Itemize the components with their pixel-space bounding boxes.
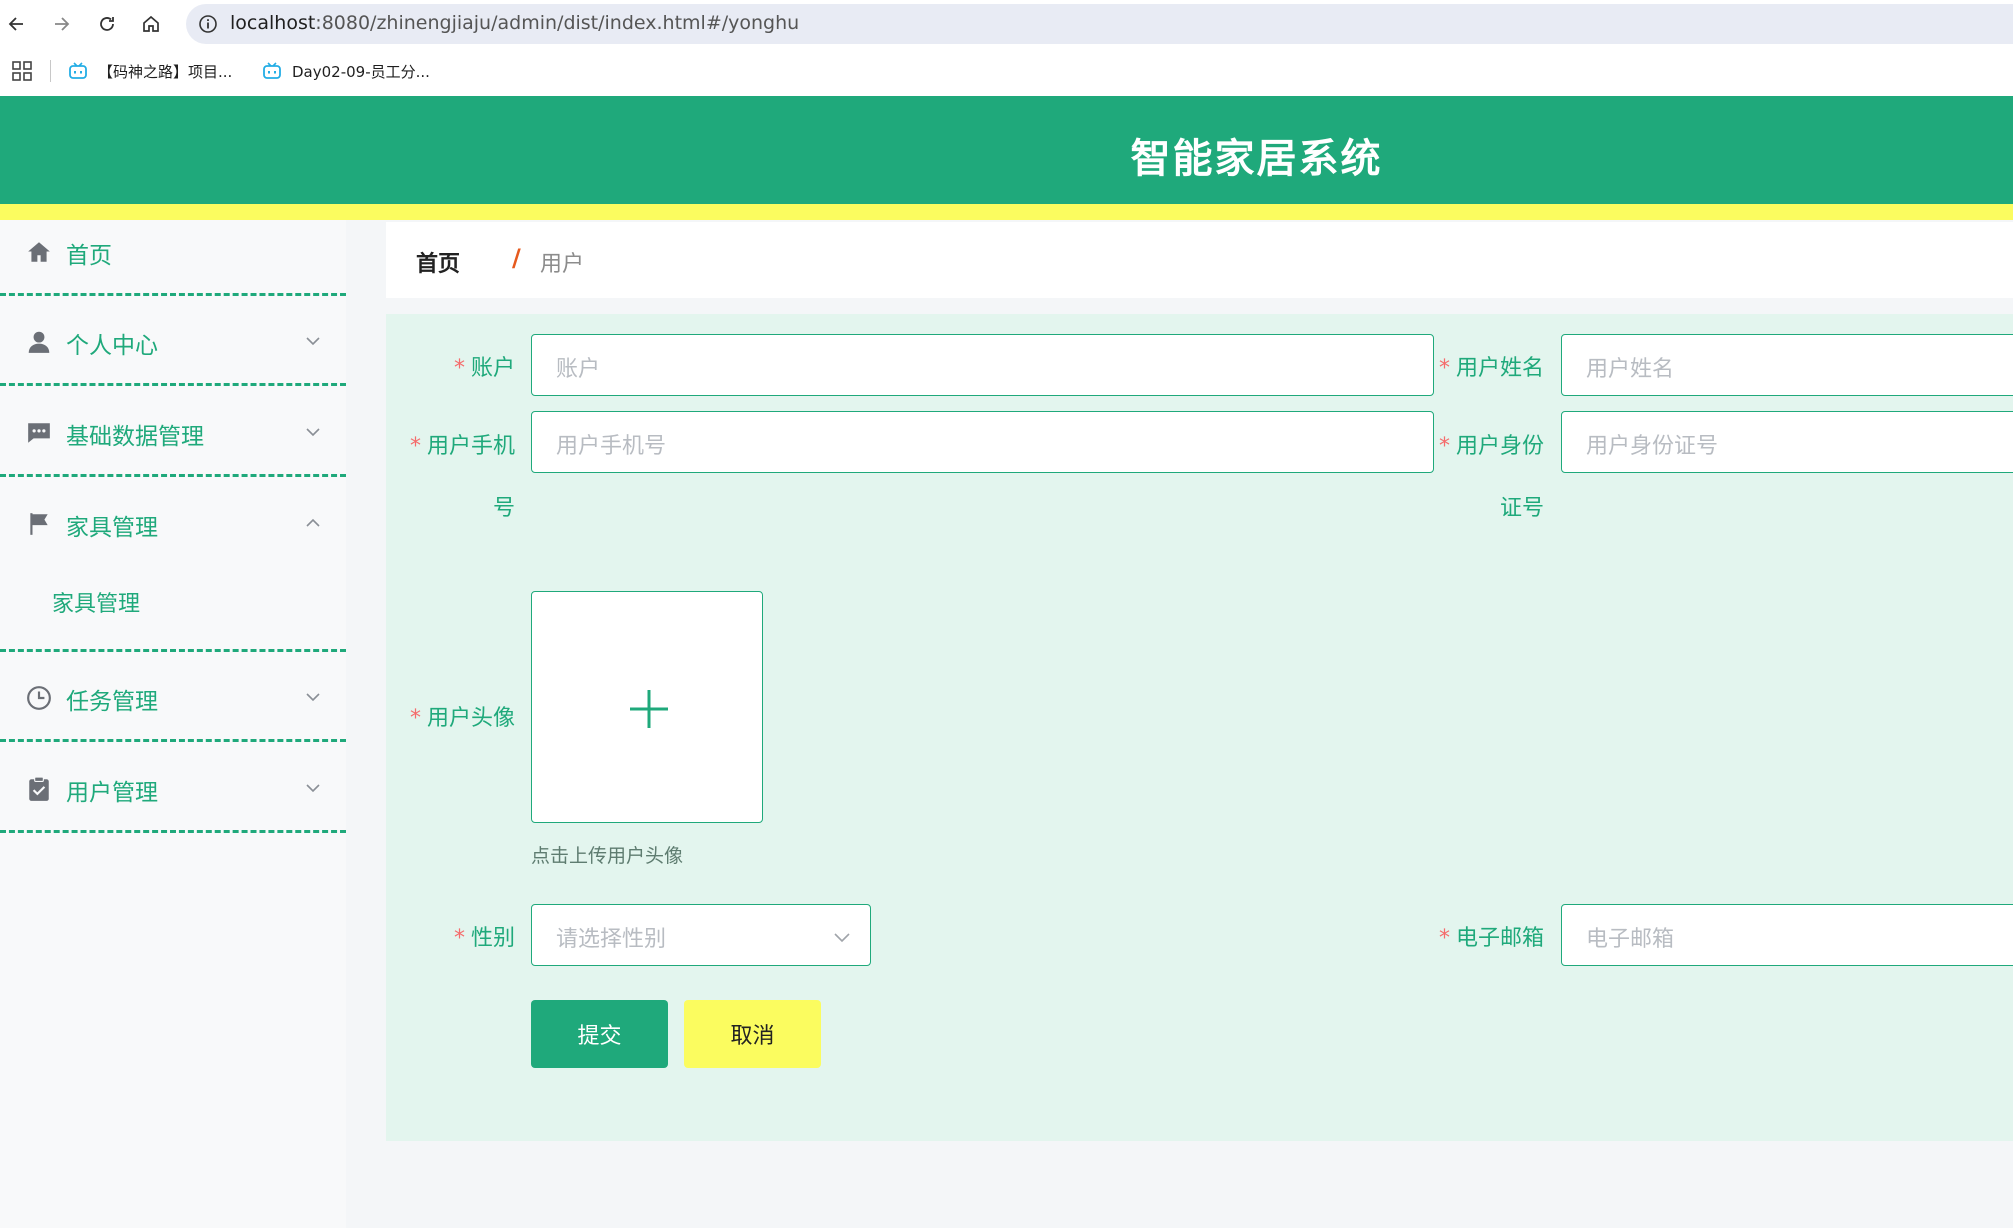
- app-header: 智能家居系统: [0, 96, 2013, 204]
- sidebar-item-basic-data[interactable]: 基础数据管理: [0, 387, 346, 477]
- chevron-down-icon: [306, 784, 320, 793]
- bilibili-icon: [263, 62, 281, 79]
- reload-button[interactable]: [92, 9, 122, 39]
- gender-placeholder: 请选择性别: [556, 927, 667, 952]
- bookmark-label: 【码神之路】项目...: [98, 62, 233, 81]
- url-host: localhost: [230, 12, 316, 34]
- home-icon: [28, 242, 50, 262]
- sidebar-item-task[interactable]: 任务管理: [0, 652, 346, 742]
- gender-select[interactable]: 请选择性别: [531, 904, 871, 966]
- required-mark: *: [453, 356, 465, 381]
- breadcrumb-separator: /: [512, 244, 521, 272]
- idcard-placeholder: 用户身份证号: [1586, 434, 1719, 459]
- sidebar-item-label: 首页: [66, 243, 112, 269]
- home-button[interactable]: [136, 9, 166, 39]
- chevron-down-icon: [834, 933, 850, 943]
- flag-icon: [30, 513, 48, 535]
- chevron-down-icon: [306, 693, 320, 702]
- back-button[interactable]: [2, 9, 32, 39]
- phone-label-line1: 用户手机: [426, 434, 515, 459]
- idcard-label: * 用户身份: [1439, 428, 1544, 460]
- sidebar-item-label: 任务管理: [66, 689, 158, 715]
- sidebar-item-label: 个人中心: [66, 333, 158, 359]
- cancel-button[interactable]: 取消: [684, 1000, 821, 1068]
- message-icon: [28, 423, 50, 443]
- phone-label-line2: 号: [492, 496, 515, 521]
- breadcrumb-current: 用户: [540, 252, 585, 277]
- app-title: 智能家居系统: [1130, 136, 1383, 182]
- sidebar-item-furniture[interactable]: 家具管理 家具管理: [0, 478, 346, 652]
- account-placeholder: 账户: [556, 357, 601, 382]
- bookmarks-bar: 【码神之路】项目... Day02-09-员工分...: [0, 48, 2013, 94]
- url-text: localhost:8080/zhinengjiaju/admin/dist/i…: [230, 12, 799, 34]
- bookmarks-divider: [50, 60, 51, 82]
- idcard-label-line1: 用户身份: [1455, 434, 1544, 459]
- info-icon[interactable]: [198, 14, 218, 34]
- required-mark: *: [409, 706, 421, 731]
- email-label-text: 电子邮箱: [1455, 926, 1544, 951]
- plus-icon: [630, 690, 668, 728]
- sidebar-item-user[interactable]: 用户管理: [0, 743, 346, 833]
- idcard-input[interactable]: 用户身份证号: [1561, 411, 2013, 473]
- user-form: * 账户 账户 * 用户姓名 用户姓名 * 用户手机 号 用户手机号 * 用户身份 证号…: [386, 314, 2013, 1141]
- chevron-down-icon: [306, 337, 320, 346]
- required-mark: *: [409, 434, 421, 459]
- arrow-left-icon: [8, 17, 23, 31]
- name-label: * 用户姓名: [1439, 350, 1544, 382]
- required-mark: *: [1438, 926, 1450, 951]
- chevron-up-icon: [306, 518, 320, 527]
- bilibili-icon: [69, 62, 87, 79]
- user-icon: [28, 331, 50, 353]
- forward-button[interactable]: [46, 9, 76, 39]
- email-placeholder: 电子邮箱: [1586, 927, 1675, 952]
- required-mark: *: [1438, 356, 1450, 381]
- phone-input[interactable]: 用户手机号: [531, 411, 1434, 473]
- arrow-right-icon: [55, 17, 70, 31]
- sidebar-item-personal-center[interactable]: 个人中心: [0, 296, 346, 386]
- bookmark-label: Day02-09-员工分...: [292, 62, 430, 81]
- avatar-label-text: 用户头像: [426, 706, 515, 731]
- chevron-down-icon: [306, 428, 320, 437]
- email-input[interactable]: 电子邮箱: [1561, 904, 2013, 966]
- avatar-label: * 用户头像: [410, 700, 515, 732]
- name-label-text: 用户姓名: [1455, 356, 1544, 381]
- address-bar[interactable]: localhost:8080/zhinengjiaju/admin/dist/i…: [186, 4, 2013, 44]
- avatar-upload-tip: 点击上传用户头像: [531, 845, 684, 867]
- main-content: 首页 / 用户 * 账户 账户 * 用户姓名 用户姓名 * 用户手机 号 用户手机号 …: [346, 220, 2013, 1228]
- submenu-item-furniture-management[interactable]: 家具管理: [52, 586, 140, 618]
- sidebar-item-label: 基础数据管理: [66, 424, 204, 450]
- account-label-text: 账户: [470, 356, 515, 381]
- sidebar: 首页 个人中心 基础数据管理 家具管理 家具管理 任务管理 用户管理: [0, 220, 346, 1228]
- clock-icon: [27, 686, 51, 710]
- browser-home-icon: [143, 15, 159, 32]
- url-path: :8080/zhinengjiaju/admin/dist/index.html…: [315, 12, 800, 34]
- clipboard-check-icon: [29, 776, 49, 801]
- sidebar-item-label: 用户管理: [66, 780, 158, 806]
- name-placeholder: 用户姓名: [1586, 357, 1675, 382]
- idcard-label-line2: 证号: [1499, 496, 1544, 521]
- bookmark-item[interactable]: 【码神之路】项目...: [68, 59, 232, 83]
- breadcrumb-home[interactable]: 首页: [416, 246, 460, 278]
- account-input[interactable]: 账户: [531, 334, 1434, 396]
- account-label: * 账户: [454, 350, 515, 382]
- phone-label: * 用户手机: [410, 428, 515, 460]
- phone-placeholder: 用户手机号: [556, 434, 667, 459]
- email-label: * 电子邮箱: [1439, 920, 1544, 952]
- required-mark: *: [453, 926, 465, 951]
- required-mark: *: [1438, 434, 1450, 459]
- reload-icon: [100, 17, 114, 31]
- gender-label-text: 性别: [470, 926, 515, 951]
- sidebar-item-label: 家具管理: [66, 515, 158, 541]
- gender-label: * 性别: [454, 920, 515, 952]
- apps-grid-icon[interactable]: [12, 61, 32, 81]
- sidebar-item-home[interactable]: 首页: [0, 206, 346, 296]
- name-input[interactable]: 用户姓名: [1561, 334, 2013, 396]
- bookmark-item[interactable]: Day02-09-员工分...: [262, 59, 430, 83]
- browser-toolbar: localhost:8080/zhinengjiaju/admin/dist/i…: [0, 0, 2013, 48]
- breadcrumb: 首页 / 用户: [386, 222, 2013, 298]
- avatar-upload[interactable]: [531, 591, 763, 823]
- submit-button[interactable]: 提交: [531, 1000, 668, 1068]
